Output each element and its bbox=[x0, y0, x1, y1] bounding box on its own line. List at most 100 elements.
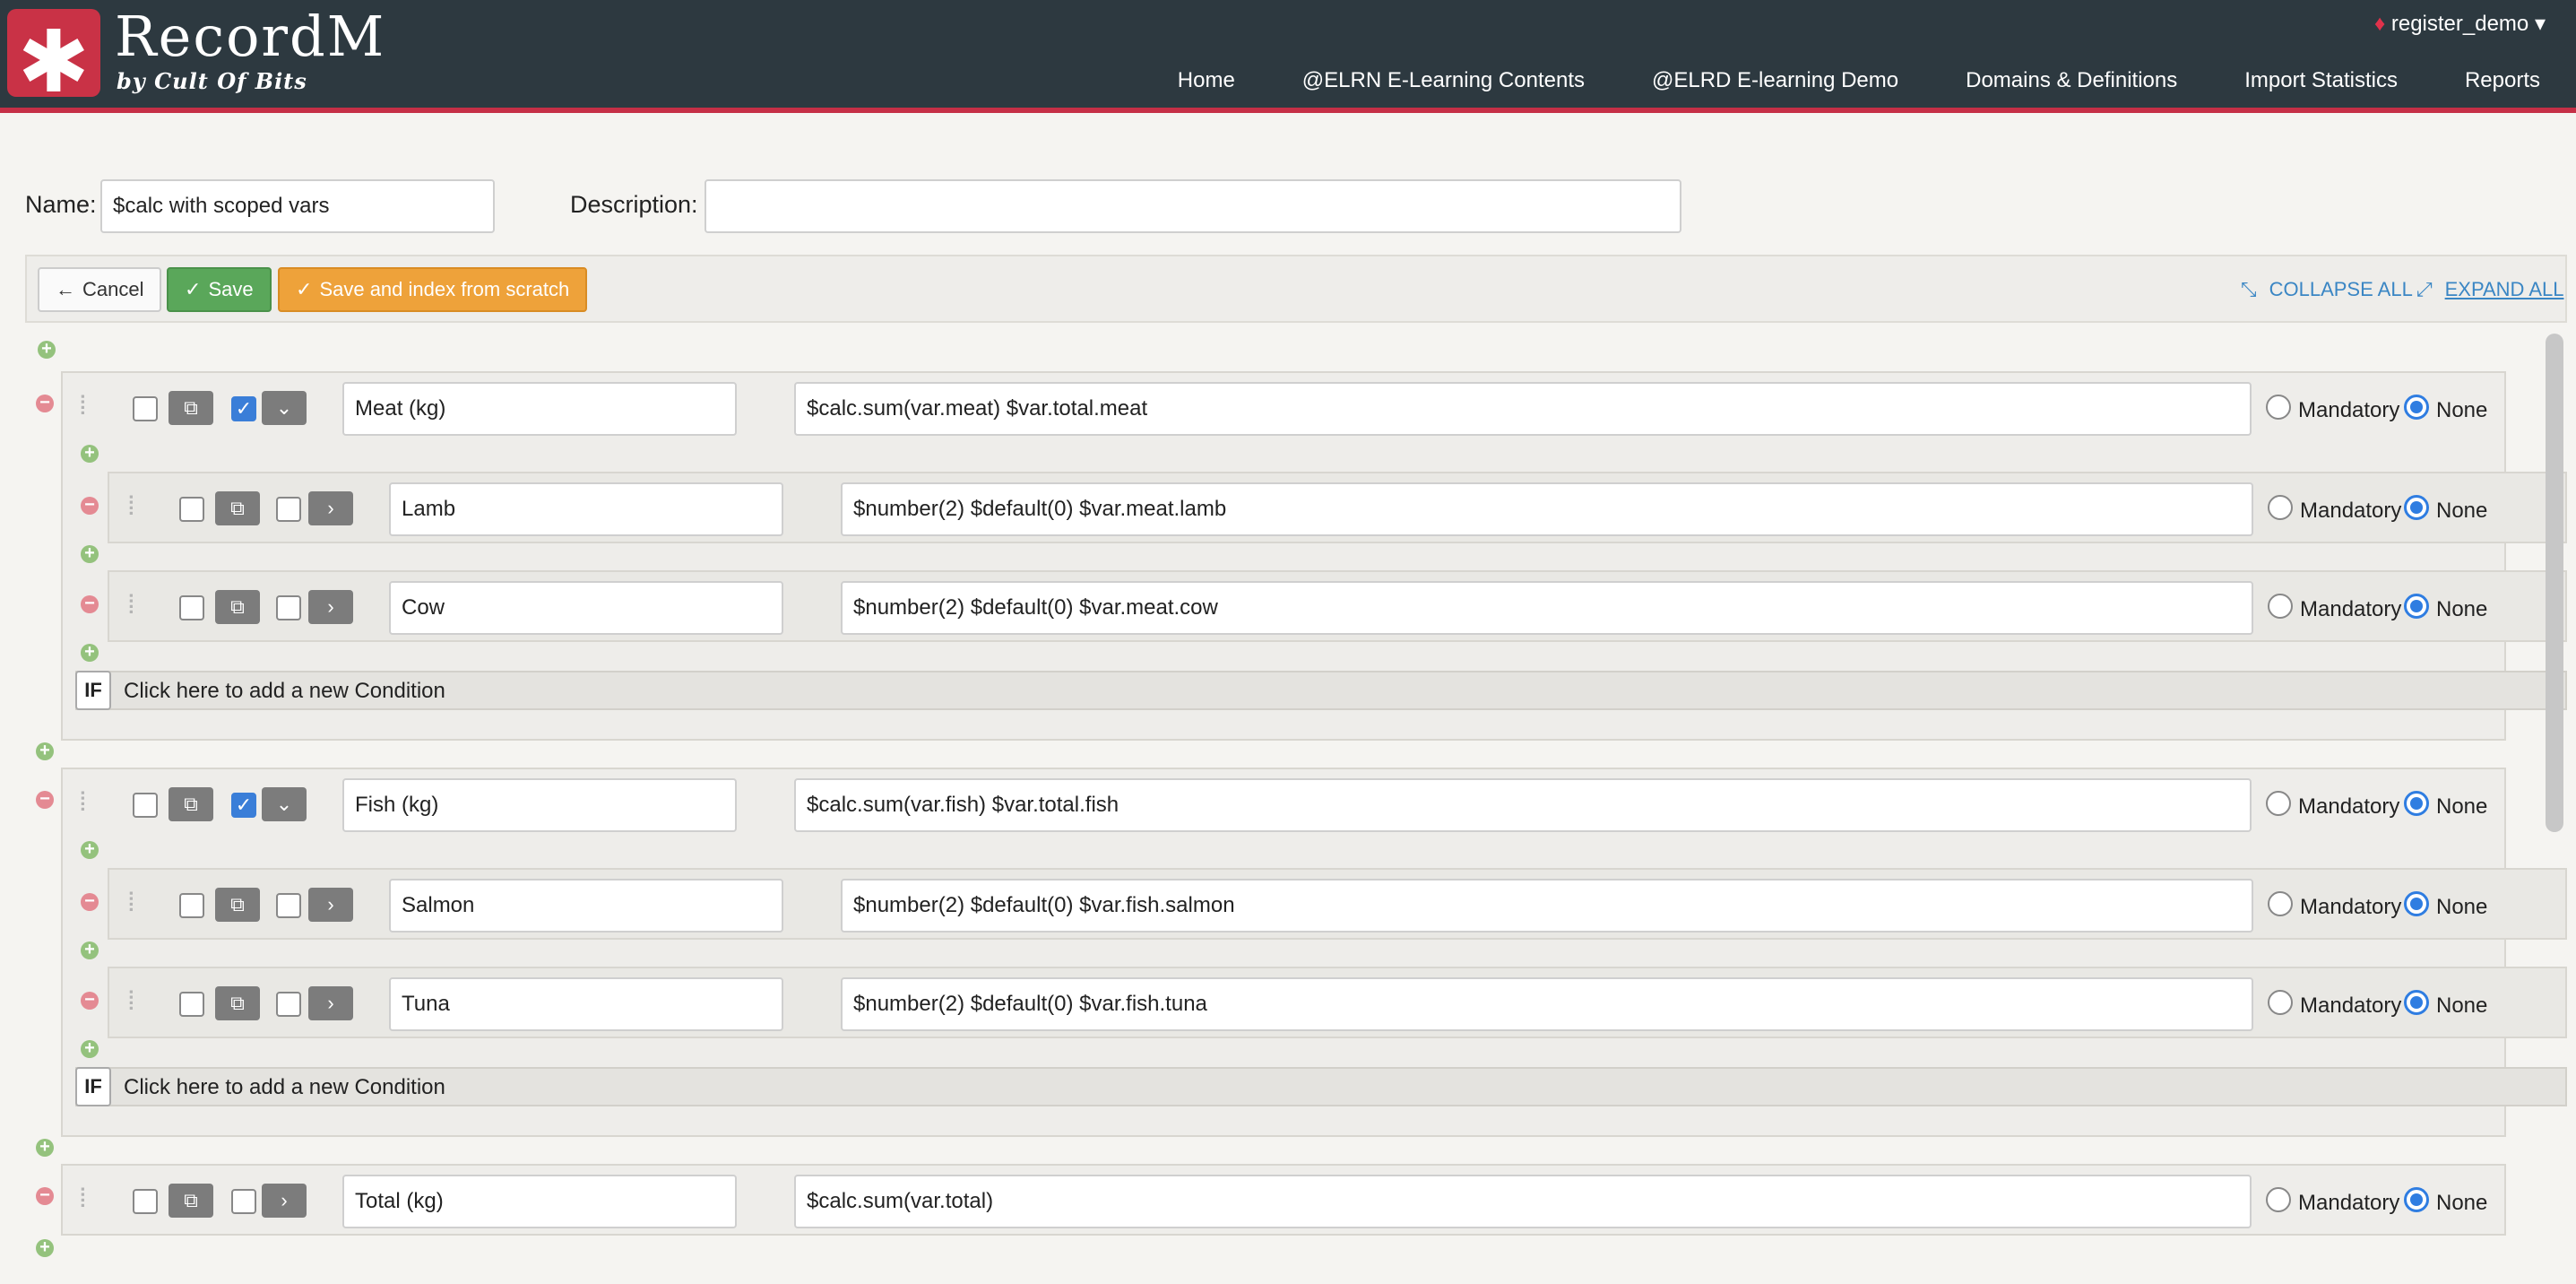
collapse-all-link[interactable]: ⤡ COLLAPSE ALL bbox=[2241, 278, 2413, 301]
nav-domains-definitions[interactable]: Domains & Definitions bbox=[1966, 68, 2177, 93]
select-checkbox[interactable] bbox=[133, 793, 158, 818]
select-checkbox[interactable] bbox=[133, 1189, 158, 1214]
description-input[interactable] bbox=[705, 179, 1681, 233]
check-icon: ✓ bbox=[296, 278, 313, 300]
field-description-input[interactable]: $calc.sum(var.total) bbox=[794, 1175, 2252, 1228]
expanded-checkbox[interactable] bbox=[276, 893, 301, 918]
none-radio[interactable] bbox=[2404, 594, 2429, 619]
chevron-down-icon[interactable]: ⌄ bbox=[262, 787, 307, 821]
add-field-icon[interactable]: + bbox=[36, 1238, 54, 1257]
add-condition-bar[interactable]: IF Click here to add a new Condition bbox=[75, 1067, 2567, 1106]
mandatory-radio[interactable] bbox=[2268, 990, 2293, 1015]
duplicate-icon[interactable]: ⧉ bbox=[169, 391, 213, 425]
select-checkbox[interactable] bbox=[179, 893, 204, 918]
field-description-input[interactable]: $number(2) $default(0) $var.meat.cow bbox=[841, 581, 2253, 635]
nav-elrd-demo[interactable]: @ELRD E-learning Demo bbox=[1652, 68, 1898, 93]
cancel-button[interactable]: ← Cancel bbox=[38, 267, 162, 312]
select-checkbox[interactable] bbox=[133, 396, 158, 421]
add-field-icon[interactable]: + bbox=[38, 340, 56, 359]
expanded-checkbox[interactable] bbox=[276, 497, 301, 522]
nav-home[interactable]: Home bbox=[1178, 68, 1235, 93]
none-label: None bbox=[2436, 499, 2488, 523]
add-field-icon[interactable]: + bbox=[81, 643, 99, 662]
drag-handle-icon[interactable]: ⁞⁞ bbox=[79, 393, 84, 420]
add-field-icon[interactable]: + bbox=[81, 1039, 99, 1058]
name-input[interactable]: $calc with scoped vars bbox=[100, 179, 495, 233]
field-description-input[interactable]: $calc.sum(var.meat) $var.total.meat bbox=[794, 382, 2252, 436]
drag-handle-icon[interactable]: ⁞⁞ bbox=[127, 592, 133, 619]
field-name-input[interactable]: Cow bbox=[389, 581, 783, 635]
field-name-input[interactable]: Meat (kg) bbox=[342, 382, 737, 436]
duplicate-icon[interactable]: ⧉ bbox=[215, 888, 260, 922]
field-name-input[interactable]: Total (kg) bbox=[342, 1175, 737, 1228]
duplicate-icon[interactable]: ⧉ bbox=[169, 1184, 213, 1218]
add-field-icon[interactable]: + bbox=[81, 941, 99, 959]
remove-field-icon[interactable]: − bbox=[81, 892, 99, 911]
expanded-checkbox[interactable]: ✓ bbox=[231, 396, 256, 421]
mandatory-radio[interactable] bbox=[2268, 495, 2293, 520]
chevron-down-icon[interactable]: ⌄ bbox=[262, 391, 307, 425]
field-name-input[interactable]: Lamb bbox=[389, 482, 783, 536]
field-description-input[interactable]: $number(2) $default(0) $var.fish.tuna bbox=[841, 977, 2253, 1031]
duplicate-icon[interactable]: ⧉ bbox=[215, 986, 260, 1020]
add-field-icon[interactable]: + bbox=[81, 544, 99, 563]
select-checkbox[interactable] bbox=[179, 497, 204, 522]
field-name-input[interactable]: Tuna bbox=[389, 977, 783, 1031]
none-radio[interactable] bbox=[2404, 990, 2429, 1015]
expanded-checkbox[interactable] bbox=[231, 1189, 256, 1214]
mandatory-radio[interactable] bbox=[2268, 891, 2293, 916]
save-button[interactable]: ✓ Save bbox=[167, 267, 272, 312]
none-radio[interactable] bbox=[2404, 791, 2429, 816]
none-radio[interactable] bbox=[2404, 395, 2429, 420]
nav-reports[interactable]: Reports bbox=[2465, 68, 2540, 93]
app-logo-icon[interactable]: ✱ bbox=[7, 9, 100, 112]
select-checkbox[interactable] bbox=[179, 595, 204, 620]
nav-elrn-contents[interactable]: @ELRN E-Learning Contents bbox=[1302, 68, 1585, 93]
mandatory-radio[interactable] bbox=[2268, 594, 2293, 619]
chevron-right-icon[interactable]: › bbox=[308, 888, 353, 922]
duplicate-icon[interactable]: ⧉ bbox=[215, 590, 260, 624]
expanded-checkbox[interactable] bbox=[276, 992, 301, 1017]
field-description-input[interactable]: $number(2) $default(0) $var.meat.lamb bbox=[841, 482, 2253, 536]
drag-handle-icon[interactable]: ⁞⁞ bbox=[127, 889, 133, 916]
add-field-icon[interactable]: + bbox=[36, 742, 54, 760]
duplicate-icon[interactable]: ⧉ bbox=[215, 491, 260, 525]
mandatory-radio[interactable] bbox=[2266, 1187, 2291, 1212]
drag-handle-icon[interactable]: ⁞⁞ bbox=[127, 493, 133, 520]
remove-field-icon[interactable]: − bbox=[81, 991, 99, 1010]
remove-field-icon[interactable]: − bbox=[36, 394, 54, 412]
remove-field-icon[interactable]: − bbox=[81, 594, 99, 613]
save-and-index-button[interactable]: ✓ Save and index from scratch bbox=[278, 267, 588, 312]
field-description-input[interactable]: $calc.sum(var.fish) $var.total.fish bbox=[794, 778, 2252, 832]
remove-field-icon[interactable]: − bbox=[36, 1186, 54, 1205]
remove-field-icon[interactable]: − bbox=[81, 496, 99, 515]
drag-handle-icon[interactable]: ⁞⁞ bbox=[127, 988, 133, 1015]
chevron-right-icon[interactable]: › bbox=[308, 491, 353, 525]
expand-all-link[interactable]: ⤢ EXPAND ALL bbox=[2416, 278, 2564, 301]
none-radio[interactable] bbox=[2404, 891, 2429, 916]
add-field-icon[interactable]: + bbox=[81, 444, 99, 463]
mandatory-radio[interactable] bbox=[2266, 395, 2291, 420]
mandatory-radio[interactable] bbox=[2266, 791, 2291, 816]
drag-handle-icon[interactable]: ⁞⁞ bbox=[79, 789, 84, 816]
add-field-icon[interactable]: + bbox=[81, 840, 99, 859]
field-name-input[interactable]: Salmon bbox=[389, 879, 783, 933]
add-condition-bar[interactable]: IF Click here to add a new Condition bbox=[75, 671, 2567, 710]
user-menu[interactable]: ♦ register_demo ▾ bbox=[2374, 11, 2546, 37]
none-radio[interactable] bbox=[2404, 1187, 2429, 1212]
remove-field-icon[interactable]: − bbox=[36, 790, 54, 809]
drag-handle-icon[interactable]: ⁞⁞ bbox=[79, 1185, 84, 1212]
none-radio[interactable] bbox=[2404, 495, 2429, 520]
field-name-input[interactable]: Fish (kg) bbox=[342, 778, 737, 832]
expanded-checkbox[interactable]: ✓ bbox=[231, 793, 256, 818]
duplicate-icon[interactable]: ⧉ bbox=[169, 787, 213, 821]
nav-import-statistics[interactable]: Import Statistics bbox=[2244, 68, 2398, 93]
select-checkbox[interactable] bbox=[179, 992, 204, 1017]
chevron-right-icon[interactable]: › bbox=[308, 986, 353, 1020]
chevron-right-icon[interactable]: › bbox=[308, 590, 353, 624]
expanded-checkbox[interactable] bbox=[276, 595, 301, 620]
field-description-input[interactable]: $number(2) $default(0) $var.fish.salmon bbox=[841, 879, 2253, 933]
chevron-right-icon[interactable]: › bbox=[262, 1184, 307, 1218]
add-field-icon[interactable]: + bbox=[36, 1138, 54, 1157]
scrollbar[interactable] bbox=[2546, 334, 2563, 832]
